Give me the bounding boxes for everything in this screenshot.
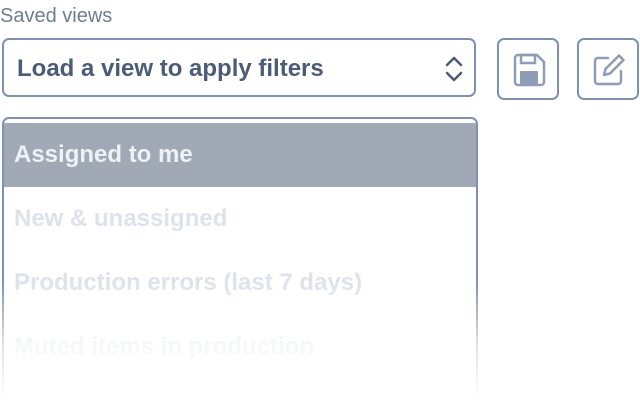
- menu-item-assigned-to-me[interactable]: Assigned to me: [4, 123, 476, 187]
- saved-views-dropdown-menu: Assigned to me New & unassigned Producti…: [2, 117, 478, 400]
- saved-view-select[interactable]: Load a view to apply filters: [2, 38, 476, 97]
- save-view-button[interactable]: [497, 38, 559, 100]
- menu-item-production-errors[interactable]: Production errors (last 7 days): [4, 251, 476, 315]
- chevron-up-down-icon: [444, 54, 464, 84]
- saved-views-label: Saved views: [0, 5, 113, 27]
- menu-item-new-unassigned[interactable]: New & unassigned: [4, 187, 476, 251]
- edit-view-button[interactable]: [577, 38, 639, 100]
- menu-item-muted-items[interactable]: Muted items in production: [4, 315, 476, 379]
- select-value: Load a view to apply filters: [17, 55, 324, 82]
